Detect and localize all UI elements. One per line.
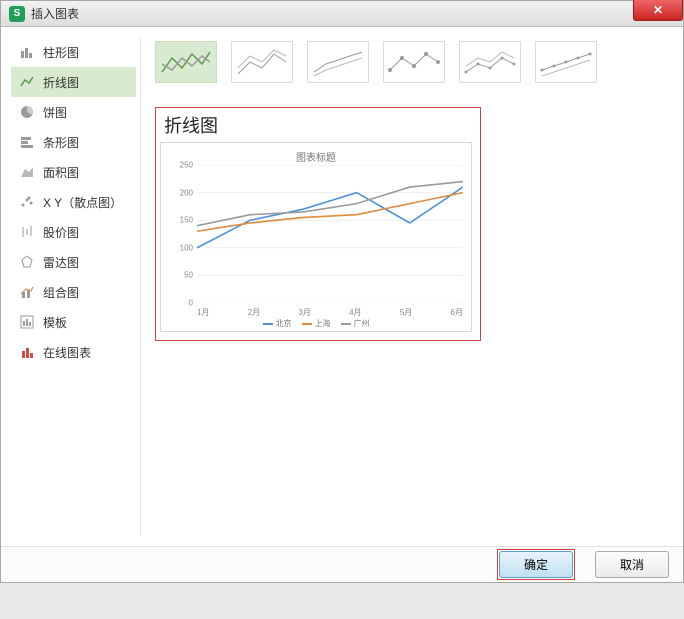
ok-button-highlight: 确定 xyxy=(497,549,575,580)
sidebar-item-online[interactable]: 在线图表 xyxy=(11,337,136,367)
sidebar-item-radar[interactable]: 雷达图 xyxy=(11,247,136,277)
chart-preview: 图表标题 0 50 100 150 200 250 1月 2月 3月 4月 5月 6月 北京上海广州 xyxy=(160,142,472,332)
scatter-icon xyxy=(19,194,35,210)
legend-item: 上海 xyxy=(302,318,331,329)
sidebar-item-template[interactable]: 模板 xyxy=(11,307,136,337)
sidebar-item-label: 柱形图 xyxy=(43,44,79,61)
legend-item: 广州 xyxy=(341,318,370,329)
sidebar-item-label: 股价图 xyxy=(43,224,79,241)
insert-chart-dialog: S 插入图表 ✕ 柱形图折线图饼图条形图面积图X Y（散点图）股价图雷达图组合图… xyxy=(0,0,684,583)
close-icon: ✕ xyxy=(653,3,663,17)
x-tick: 4月 xyxy=(349,307,361,317)
y-axis-ticks: 050100150200250 xyxy=(167,165,195,303)
template-icon xyxy=(19,314,35,330)
y-tick: 0 xyxy=(189,299,193,308)
dialog-footer: 确定 取消 xyxy=(1,546,683,582)
dialog-body: 柱形图折线图饼图条形图面积图X Y（散点图）股价图雷达图组合图模板在线图表 折线… xyxy=(1,27,683,546)
window-title: 插入图表 xyxy=(31,5,79,22)
app-icon: S xyxy=(9,6,25,22)
sidebar-item-scatter[interactable]: X Y（散点图） xyxy=(11,187,136,217)
chart-legend: 北京上海广州 xyxy=(161,318,471,329)
sidebar-item-bar[interactable]: 柱形图 xyxy=(11,37,136,67)
close-button[interactable]: ✕ xyxy=(633,0,683,21)
y-tick: 200 xyxy=(180,188,193,197)
bar-icon xyxy=(19,44,35,60)
online-icon xyxy=(19,344,35,360)
sidebar-item-label: 面积图 xyxy=(43,164,79,181)
line-subtype-3[interactable] xyxy=(383,41,445,83)
sidebar-item-label: 折线图 xyxy=(43,74,79,91)
sidebar-item-combo[interactable]: 组合图 xyxy=(11,277,136,307)
stock-icon xyxy=(19,224,35,240)
x-tick: 3月 xyxy=(298,307,310,317)
chart-type-sidebar: 柱形图折线图饼图条形图面积图 X Y（散点图） 股价图雷达图组合图模板在线图表 xyxy=(11,37,141,536)
x-tick: 2月 xyxy=(248,307,260,317)
line-subtype-4[interactable] xyxy=(459,41,521,83)
line-subtype-5[interactable] xyxy=(535,41,597,83)
pie-icon xyxy=(19,104,35,120)
sidebar-item-label: 在线图表 xyxy=(43,344,91,361)
sidebar-item-label: 饼图 xyxy=(43,104,67,121)
x-axis-ticks: 1月 2月 3月 4月 5月 6月 xyxy=(197,307,463,317)
sidebar-item-pie[interactable]: 饼图 xyxy=(11,97,136,127)
radar-icon xyxy=(19,254,35,270)
sidebar-item-hbar[interactable]: 条形图 xyxy=(11,127,136,157)
legend-item: 北京 xyxy=(263,318,292,329)
line-subtype-0[interactable] xyxy=(155,41,217,83)
ok-button[interactable]: 确定 xyxy=(499,551,573,578)
chart-subtype-row xyxy=(155,41,663,83)
y-tick: 100 xyxy=(180,243,193,252)
sidebar-item-label: 组合图 xyxy=(43,284,79,301)
titlebar: S 插入图表 ✕ xyxy=(1,1,683,27)
cancel-button[interactable]: 取消 xyxy=(595,551,669,578)
y-tick: 50 xyxy=(184,271,193,280)
chart-main-panel: 折线图 图表标题 0 50 100 150 200 250 1月 2月 3月 4月 5月 6月 北京… xyxy=(141,37,673,536)
sidebar-item-label: 雷达图 xyxy=(43,254,79,271)
x-tick: 5月 xyxy=(400,307,412,317)
sidebar-item-stock[interactable]: 股价图 xyxy=(11,217,136,247)
x-tick: 6月 xyxy=(451,307,463,317)
sidebar-item-label: X Y（散点图） xyxy=(43,194,122,211)
sidebar-item-label: 条形图 xyxy=(43,134,79,151)
area-icon xyxy=(19,164,35,180)
sidebar-item-line[interactable]: 折线图 xyxy=(11,67,136,97)
hbar-icon xyxy=(19,134,35,150)
chart-title: 图表标题 xyxy=(169,149,463,164)
line-subtype-2[interactable] xyxy=(307,41,369,83)
sidebar-item-area[interactable]: 面积图 xyxy=(11,157,136,187)
line-subtype-1[interactable] xyxy=(231,41,293,83)
line-icon xyxy=(19,74,35,90)
chart-plot-area xyxy=(197,165,463,303)
preview-heading: 折线图 xyxy=(164,112,476,138)
combo-icon xyxy=(19,284,35,300)
sidebar-item-label: 模板 xyxy=(43,314,67,331)
y-tick: 250 xyxy=(180,161,193,170)
chart-preview-highlight: 折线图 图表标题 0 50 100 150 200 250 1月 2月 3月 4月 5月 6月 北京… xyxy=(155,107,481,341)
y-tick: 150 xyxy=(180,216,193,225)
x-tick: 1月 xyxy=(197,307,209,317)
